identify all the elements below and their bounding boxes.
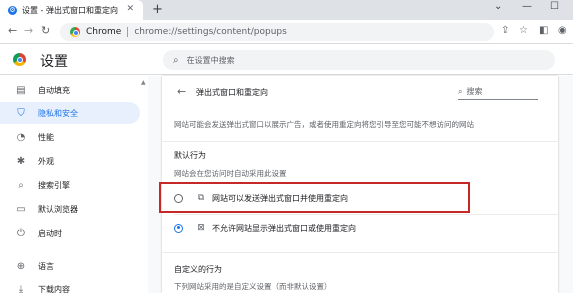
sidebar-item-label: 默认浏览器 (38, 204, 78, 214)
sidebar-item[interactable]: ⊕ 语言 (0, 255, 140, 277)
sidebar-item-label: 自动填充 (38, 85, 70, 95)
address-separator (127, 27, 129, 37)
sidebar-item[interactable]: ⛉ 隐私和安全 (0, 102, 140, 124)
scroll-up-arrow-icon[interactable]: ▲ (141, 79, 146, 86)
page-search-label: 搜索 (466, 87, 483, 96)
gear-icon: ⚙ (8, 5, 17, 15)
tab-title: 设置 - 弹出式窗口和重定向 (22, 5, 118, 15)
tab-search-icon[interactable]: ⌄ (494, 1, 502, 12)
reload-button[interactable]: ↻ (41, 24, 50, 37)
sidebar-item-label: 启动时 (38, 228, 62, 238)
custom-behavior-title: 自定义的行为 (174, 265, 222, 274)
custom-behavior-subtitle: 下列网站采用的是自定义设置（而非默认设置） (174, 282, 332, 291)
radio-block-popups[interactable] (174, 223, 183, 233)
sidebar-item[interactable]: ◔ 性能 (0, 126, 140, 148)
sidebar-item-label: 外观 (38, 156, 54, 166)
search-icon: ⌕ (173, 54, 179, 66)
address-bar[interactable]: Chrome chrome://settings/content/popups (60, 23, 494, 41)
sidebar-item-label: 语言 (38, 261, 54, 271)
share-icon[interactable]: ⇪ (501, 25, 509, 36)
sidebar-item[interactable]: ▤ 自动填充 (0, 79, 140, 101)
download-icon: ⤓ (18, 283, 24, 293)
search-placeholder: 在设置中搜索 (186, 55, 235, 65)
divider (162, 141, 558, 142)
chrome-logo-icon (13, 53, 26, 66)
close-icon[interactable]: ✕ (126, 4, 134, 14)
page-description: 网站可能会发送弹出式窗口以展示广告，或者使用重定向将您引导至您可能不想访问的网站 (174, 120, 474, 129)
highlight-box (159, 182, 470, 213)
address-url[interactable]: chrome://settings/content/popups (134, 27, 287, 37)
default-behavior-title: 默认行为 (174, 151, 206, 160)
settings-title: 设置 (40, 54, 68, 70)
divider (162, 252, 558, 253)
forward-button[interactable]: → (24, 24, 33, 37)
sidebar-item-label: 下载内容 (38, 284, 70, 293)
maximize-button[interactable]: ☐ (550, 1, 559, 12)
sidebar-item[interactable]: ⏻ 启动时 (0, 222, 140, 244)
sidebar-item-label: 性能 (38, 132, 54, 142)
back-button[interactable]: ← (8, 24, 17, 37)
search-icon: ⌕ (458, 86, 463, 96)
chrome-icon (70, 27, 80, 37)
page-search[interactable]: ⌕ 搜索 (458, 86, 482, 97)
active-tab[interactable]: ⚙ 设置 - 弹出式窗口和重定向 ✕ (0, 0, 143, 20)
sidebar-item[interactable]: ⌕ 搜索引擎 (0, 174, 140, 196)
back-arrow-icon[interactable]: ← (177, 85, 186, 98)
settings-search-input[interactable]: ⌕ 在设置中搜索 (163, 50, 555, 70)
shield-icon: ⛉ (17, 107, 25, 119)
autofill-icon: ▤ (16, 84, 26, 96)
globe-icon: ⊕ (16, 260, 26, 272)
divider (174, 214, 558, 215)
option-block-popups[interactable]: ⊠ 不允许网站显示弹出式窗口或使用重定向 (174, 220, 356, 236)
star-icon[interactable]: ☆ (519, 25, 528, 36)
option-block-label: 不允许网站显示弹出式窗口或使用重定向 (212, 223, 356, 233)
sidebar-item[interactable]: ✱ 外观 (0, 150, 140, 172)
page-title: 弹出式窗口和重定向 (196, 88, 268, 97)
browser-icon: ▭ (16, 203, 26, 215)
sidebar-item[interactable]: ⤓ 下载内容 (0, 278, 140, 293)
minimize-button[interactable]: — (522, 1, 532, 12)
browser-toolbar: ← → ↻ Chrome chrome://settings/content/p… (0, 20, 573, 44)
sidebar-item[interactable]: ▭ 默认浏览器 (0, 198, 140, 220)
default-behavior-subtitle: 网站会在您访问时自动采用此设置 (174, 169, 287, 178)
profile-icon[interactable]: ◉ (558, 25, 567, 36)
search-underline (458, 99, 538, 100)
settings-sidebar: ▤ 自动填充 ⛉ 隐私和安全 ◔ 性能 ✱ 外观 ⌕ 搜索引擎 ▭ 默认浏览器 ⏻ 启动时 ⊕ 语言 ⤓ 下载内容 (0, 76, 148, 293)
power-icon: ⏻ (17, 227, 25, 239)
address-chip: Chrome (86, 27, 122, 37)
sidebar-scrollbar[interactable]: ▲ (140, 76, 146, 293)
sidebar-item-label: 搜索引擎 (38, 180, 70, 190)
popup-blocked-icon: ⊠ (197, 223, 205, 233)
sidepanel-icon[interactable]: ◧ (539, 25, 548, 36)
performance-icon: ◔ (16, 131, 26, 143)
search-icon: ⌕ (18, 179, 24, 191)
palette-icon: ✱ (16, 155, 26, 167)
settings-header: 设置 ⌕ 在设置中搜索 (0, 45, 573, 75)
tab-strip: ⚙ 设置 - 弹出式窗口和重定向 ✕ + ⌄ — ☐ (0, 0, 573, 20)
new-tab-button[interactable]: + (152, 2, 163, 17)
sidebar-item-label: 隐私和安全 (38, 108, 78, 118)
